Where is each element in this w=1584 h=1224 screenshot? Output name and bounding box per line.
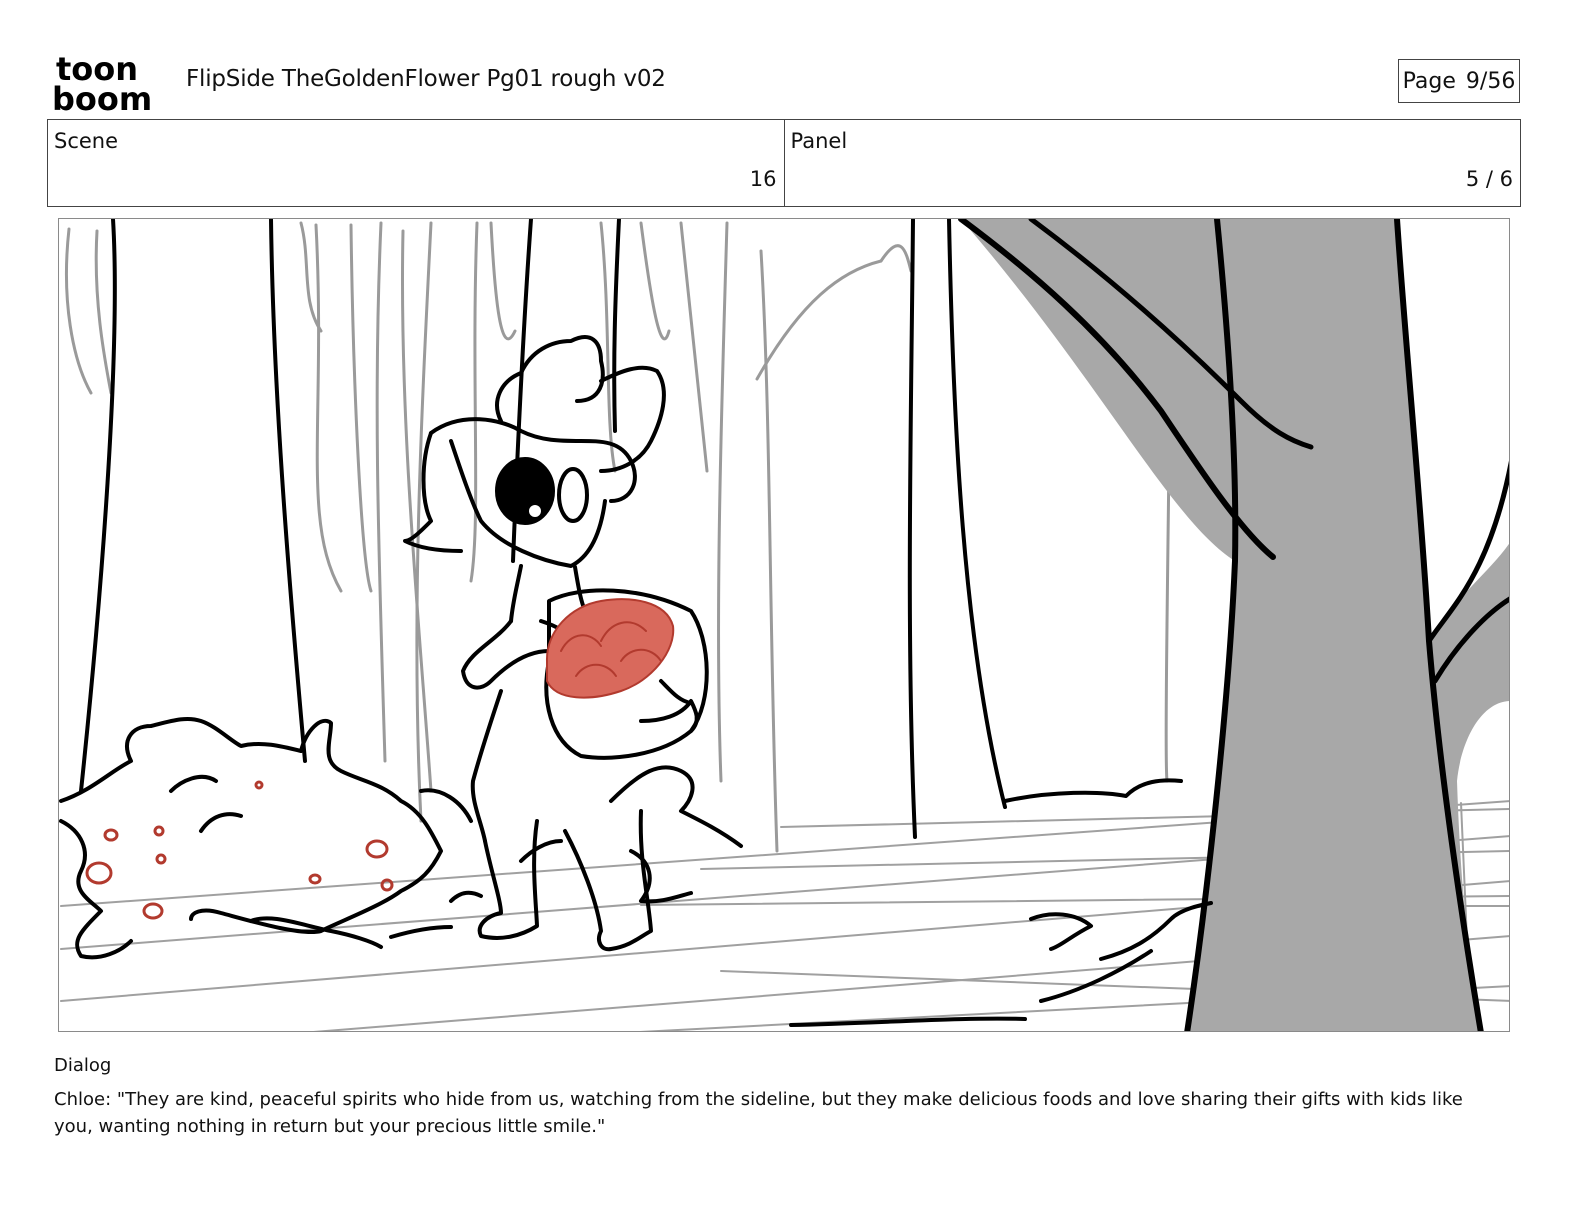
document-title: FlipSide TheGoldenFlower Pg01 rough v02 (186, 66, 666, 92)
ground-shadows (789, 901, 1213, 1027)
panel-label: Panel (790, 129, 848, 153)
page-indicator: Page 9/56 (1398, 59, 1520, 103)
scene-panel-table: Scene 16 Panel 5 / 6 (47, 119, 1521, 207)
basket-fruits (545, 598, 675, 699)
panel-number: 5 / 6 (1465, 167, 1513, 191)
dialog-label: Dialog (54, 1055, 112, 1076)
page-label: Page (1402, 68, 1456, 94)
scene-number: 16 (749, 167, 777, 191)
panel-drawing (59, 219, 1509, 1031)
storyboard-panel (58, 218, 1510, 1032)
scene-cell: Scene 16 (48, 120, 784, 206)
toonboom-logo: toon boom (52, 52, 152, 112)
dialog-text: Chloe: "They are kind, peaceful spirits … (54, 1089, 1463, 1137)
scene-label: Scene (54, 129, 119, 153)
berries (85, 780, 394, 920)
right-tree (958, 219, 1509, 1031)
logo-line2: boom (52, 80, 152, 112)
panel-cell: Panel 5 / 6 (783, 120, 1521, 206)
page-number: 9/56 (1465, 68, 1516, 94)
